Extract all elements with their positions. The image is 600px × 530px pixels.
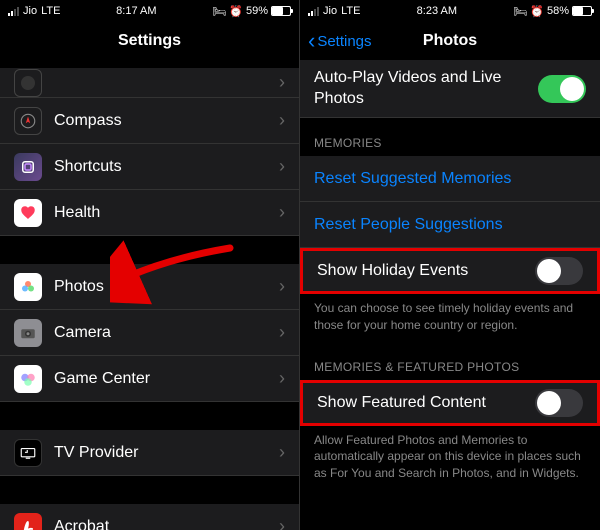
row-label: Show Holiday Events xyxy=(317,262,535,280)
carrier-label: Jio xyxy=(323,5,337,17)
row-label: Compass xyxy=(54,112,279,130)
back-button[interactable]: ‹ Settings xyxy=(308,30,372,52)
settings-row-partial[interactable]: › xyxy=(0,68,299,98)
chevron-right-icon: › xyxy=(279,322,285,343)
battery-percent: 59% xyxy=(246,5,268,17)
reset-people-row[interactable]: Reset People Suggestions xyxy=(300,202,600,248)
page-title: Settings xyxy=(118,32,181,50)
row-label: Acrobat xyxy=(54,518,279,530)
chevron-right-icon: › xyxy=(279,516,285,530)
settings-row-acrobat[interactable]: Acrobat › xyxy=(0,504,299,530)
photos-icon xyxy=(14,273,42,301)
row-label: Health xyxy=(54,204,279,222)
battery-icon xyxy=(271,6,291,16)
compass-icon xyxy=(14,107,42,135)
chevron-right-icon: › xyxy=(279,156,285,177)
dnd-icon: 🛏 xyxy=(212,5,226,18)
row-label: Show Featured Content xyxy=(317,394,535,412)
status-bar: Jio LTE 8:17 AM 🛏 ⏰ 59% xyxy=(0,0,299,22)
carrier-label: Jio xyxy=(23,5,37,17)
battery-icon xyxy=(572,6,592,16)
chevron-left-icon: ‹ xyxy=(308,30,315,52)
nav-bar: Settings xyxy=(0,22,299,60)
row-label: Camera xyxy=(54,324,279,342)
holiday-footnote: You can choose to see timely holiday eve… xyxy=(300,294,600,342)
row-label: Auto-Play Videos and Live Photos xyxy=(314,68,538,110)
autoplay-toggle[interactable] xyxy=(538,75,586,103)
tv-icon xyxy=(14,439,42,467)
featured-toggle[interactable] xyxy=(535,389,583,417)
settings-row-tvprovider[interactable]: TV Provider › xyxy=(0,430,299,476)
reset-suggested-row[interactable]: Reset Suggested Memories xyxy=(300,156,600,202)
network-label: LTE xyxy=(341,5,360,17)
signal-icon xyxy=(8,7,19,16)
section-header-featured: MEMORIES & FEATURED PHOTOS xyxy=(300,342,600,380)
chevron-right-icon: › xyxy=(279,368,285,389)
show-holiday-row[interactable]: Show Holiday Events xyxy=(300,248,600,294)
chevron-right-icon: › xyxy=(279,276,285,297)
nav-bar: ‹ Settings Photos xyxy=(300,22,600,60)
back-label: Settings xyxy=(317,33,371,50)
autoplay-row[interactable]: Auto-Play Videos and Live Photos xyxy=(300,60,600,118)
gamecenter-icon xyxy=(14,365,42,393)
row-label: Photos xyxy=(54,278,279,296)
chevron-right-icon: › xyxy=(279,72,285,93)
row-label: Shortcuts xyxy=(54,158,279,176)
time-label: 8:23 AM xyxy=(417,5,457,17)
settings-row-photos[interactable]: Photos › xyxy=(0,264,299,310)
settings-row-health[interactable]: Health › xyxy=(0,190,299,236)
photos-settings-screen: Jio LTE 8:23 AM 🛏 ⏰ 58% ‹ Settings Photo… xyxy=(300,0,600,530)
camera-icon xyxy=(14,319,42,347)
section-header-memories: MEMORIES xyxy=(300,118,600,156)
signal-icon xyxy=(308,7,319,16)
page-title: Photos xyxy=(423,32,477,50)
time-label: 8:17 AM xyxy=(116,5,156,17)
settings-screen: Jio LTE 8:17 AM 🛏 ⏰ 59% Settings › Compa… xyxy=(0,0,300,530)
chevron-right-icon: › xyxy=(279,110,285,131)
chevron-right-icon: › xyxy=(279,202,285,223)
acrobat-icon xyxy=(14,513,42,530)
alarm-icon: ⏰ xyxy=(530,5,544,18)
status-bar: Jio LTE 8:23 AM 🛏 ⏰ 58% xyxy=(300,0,600,22)
holiday-toggle[interactable] xyxy=(535,257,583,285)
health-icon xyxy=(14,199,42,227)
dnd-icon: 🛏 xyxy=(513,5,527,18)
row-label: Reset People Suggestions xyxy=(314,216,586,234)
alarm-icon: ⏰ xyxy=(229,5,243,18)
row-label: TV Provider xyxy=(54,444,279,462)
row-label: Reset Suggested Memories xyxy=(314,170,586,188)
settings-row-shortcuts[interactable]: Shortcuts › xyxy=(0,144,299,190)
shortcuts-icon xyxy=(14,153,42,181)
row-label: Game Center xyxy=(54,370,279,388)
settings-row-camera[interactable]: Camera › xyxy=(0,310,299,356)
battery-percent: 58% xyxy=(547,5,569,17)
network-label: LTE xyxy=(41,5,60,17)
show-featured-row[interactable]: Show Featured Content xyxy=(300,380,600,426)
featured-footnote: Allow Featured Photos and Memories to au… xyxy=(300,426,600,490)
settings-row-gamecenter[interactable]: Game Center › xyxy=(0,356,299,402)
settings-row-compass[interactable]: Compass › xyxy=(0,98,299,144)
chevron-right-icon: › xyxy=(279,442,285,463)
